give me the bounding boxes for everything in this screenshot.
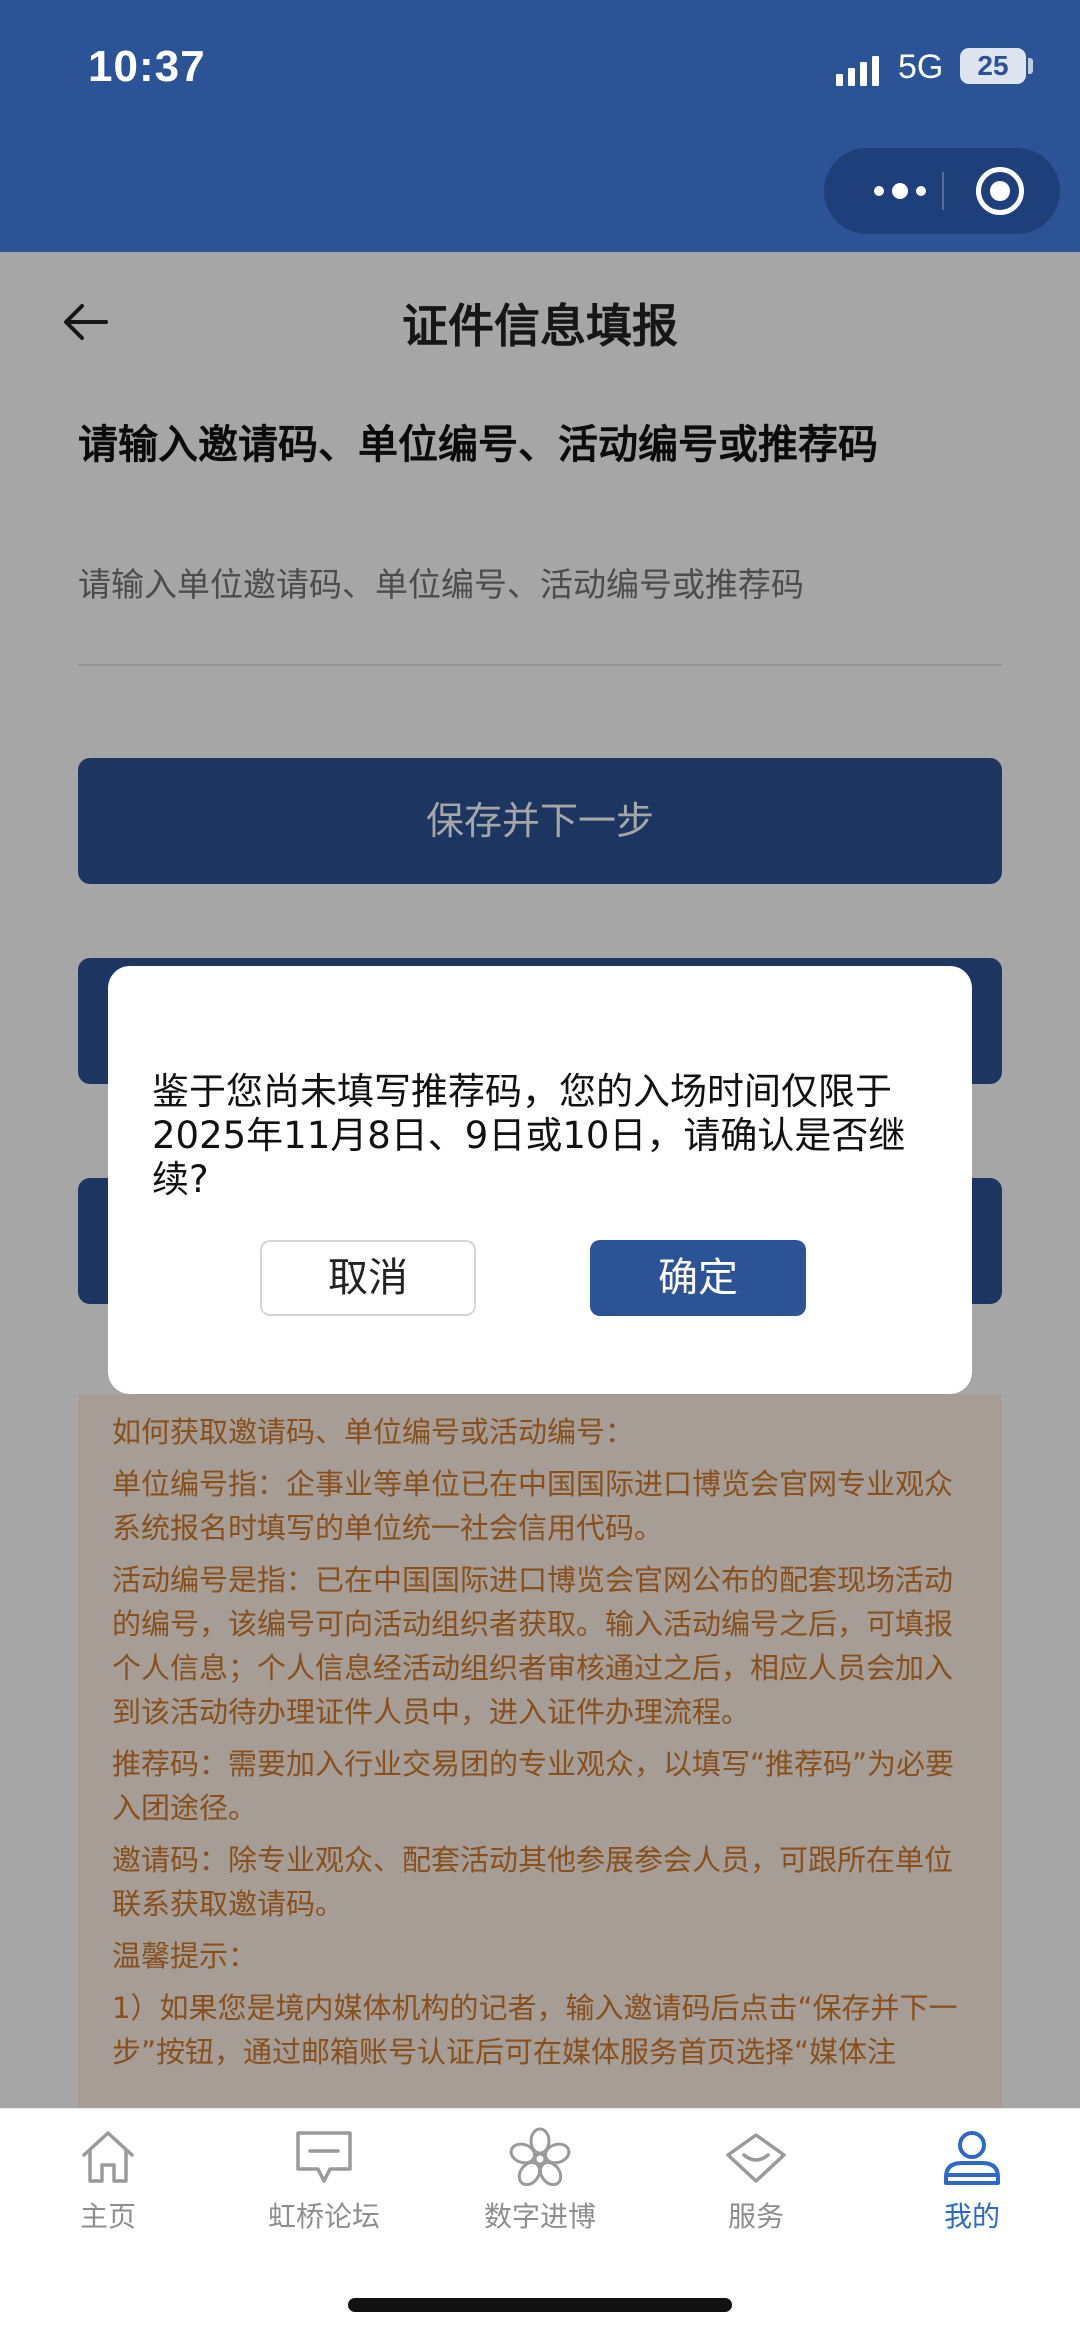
status-bar: 10:37 5G 25 xyxy=(0,0,1080,252)
close-miniprogram-icon[interactable] xyxy=(976,167,1024,215)
battery-nub xyxy=(1028,58,1033,74)
tab-service[interactable]: 服务 xyxy=(666,2125,846,2245)
diamond-icon xyxy=(726,2133,786,2183)
home-indicator xyxy=(348,2298,732,2312)
confirm-button[interactable]: 确定 xyxy=(590,1240,806,1316)
status-time: 10:37 xyxy=(88,42,206,91)
tab-label: 主页 xyxy=(79,2200,136,2233)
miniprogram-capsule xyxy=(824,148,1060,234)
tab-label: 我的 xyxy=(943,2200,1000,2233)
cancel-button[interactable]: 取消 xyxy=(260,1240,476,1316)
tab-digital[interactable]: 数字进博 xyxy=(450,2125,630,2245)
flower-icon xyxy=(509,2127,571,2187)
capsule-divider xyxy=(942,172,944,210)
tab-label: 虹桥论坛 xyxy=(267,2200,380,2233)
confirm-dialog: 鉴于您尚未填写推荐码，您的入场时间仅限于2025年11月8日、9日或10日，请确… xyxy=(108,966,972,1394)
tab-mine[interactable]: 我的 xyxy=(882,2125,1062,2245)
tab-forum[interactable]: 虹桥论坛 xyxy=(234,2125,414,2245)
signal-icon xyxy=(836,56,879,86)
tab-home[interactable]: 主页 xyxy=(18,2125,198,2245)
more-icon[interactable] xyxy=(858,148,942,234)
tab-label: 数字进博 xyxy=(483,2200,596,2233)
battery-icon: 25 xyxy=(960,48,1026,84)
user-icon xyxy=(944,2131,1000,2185)
chat-icon xyxy=(296,2131,352,2183)
tab-label: 服务 xyxy=(727,2200,784,2233)
home-icon xyxy=(82,2131,134,2183)
network-type: 5G xyxy=(898,48,944,86)
dialog-message: 鉴于您尚未填写推荐码，您的入场时间仅限于2025年11月8日、9日或10日，请确… xyxy=(152,1070,906,1201)
